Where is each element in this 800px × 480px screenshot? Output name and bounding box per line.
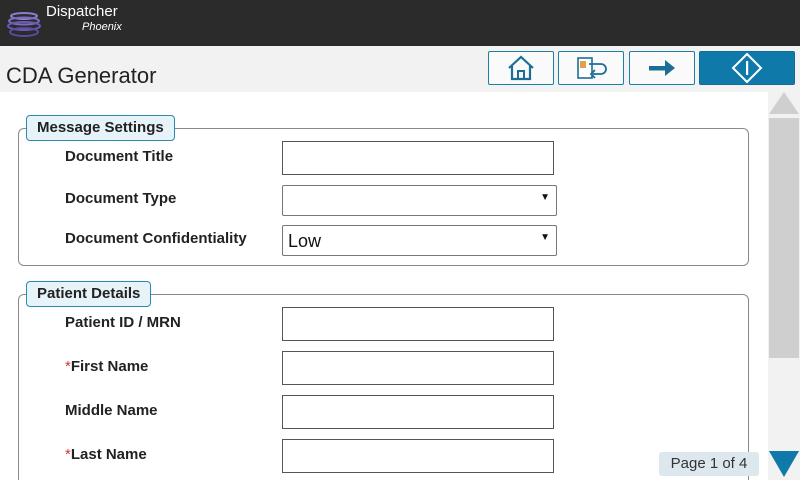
document-return-icon xyxy=(577,57,607,79)
patient-details-group: Patient Details Patient ID / MRN *First … xyxy=(18,281,749,480)
first-name-label-text: First Name xyxy=(70,358,149,375)
patient-id-label: Patient ID / MRN xyxy=(65,314,181,331)
form-content: Message Settings Document Title Document… xyxy=(0,92,768,480)
message-settings-legend: Message Settings xyxy=(26,115,175,141)
document-title-field[interactable] xyxy=(282,141,554,175)
brand-name: Dispatcher xyxy=(46,3,118,20)
document-confidentiality-select[interactable]: Low ▼ xyxy=(282,225,557,256)
scroll-up-arrow-icon[interactable] xyxy=(769,92,799,114)
scroll-thumb[interactable] xyxy=(769,118,799,358)
start-button[interactable] xyxy=(699,51,795,85)
brand-subtitle: Phoenix xyxy=(82,21,122,33)
app-header: Dispatcher Phoenix xyxy=(0,0,800,46)
diamond-start-icon xyxy=(731,52,763,84)
patient-id-field[interactable] xyxy=(282,307,554,341)
scroll-down-arrow-icon[interactable] xyxy=(769,451,799,477)
dropdown-arrow-icon: ▼ xyxy=(540,232,550,243)
title-bar: CDA Generator xyxy=(0,46,800,92)
dispatcher-logo-icon xyxy=(7,12,41,37)
page-title: CDA Generator xyxy=(6,63,157,88)
first-name-label: *First Name xyxy=(65,358,148,375)
scrollbar[interactable] xyxy=(768,92,800,480)
middle-name-field[interactable] xyxy=(282,395,554,429)
arrow-right-icon xyxy=(649,60,675,76)
document-confidentiality-value: Low xyxy=(288,231,322,251)
return-button[interactable] xyxy=(558,51,624,85)
last-name-field[interactable] xyxy=(282,439,554,473)
message-settings-group: Message Settings Document Title Document… xyxy=(18,115,749,266)
patient-details-legend: Patient Details xyxy=(26,281,152,307)
page-indicator: Page 1 of 4 xyxy=(659,452,759,476)
dropdown-arrow-icon: ▼ xyxy=(540,192,550,203)
last-name-label-text: Last Name xyxy=(70,446,147,463)
first-name-field[interactable] xyxy=(282,351,554,385)
last-name-label: *Last Name xyxy=(65,446,147,463)
home-button[interactable] xyxy=(488,51,554,85)
document-type-select[interactable]: ▼ xyxy=(282,185,557,216)
middle-name-label: Middle Name xyxy=(65,402,158,419)
document-type-label: Document Type xyxy=(65,190,177,207)
home-icon xyxy=(508,55,534,81)
next-button[interactable] xyxy=(629,51,695,85)
document-title-label: Document Title xyxy=(65,148,174,165)
document-confidentiality-label: Document Confidentiality xyxy=(65,230,247,247)
